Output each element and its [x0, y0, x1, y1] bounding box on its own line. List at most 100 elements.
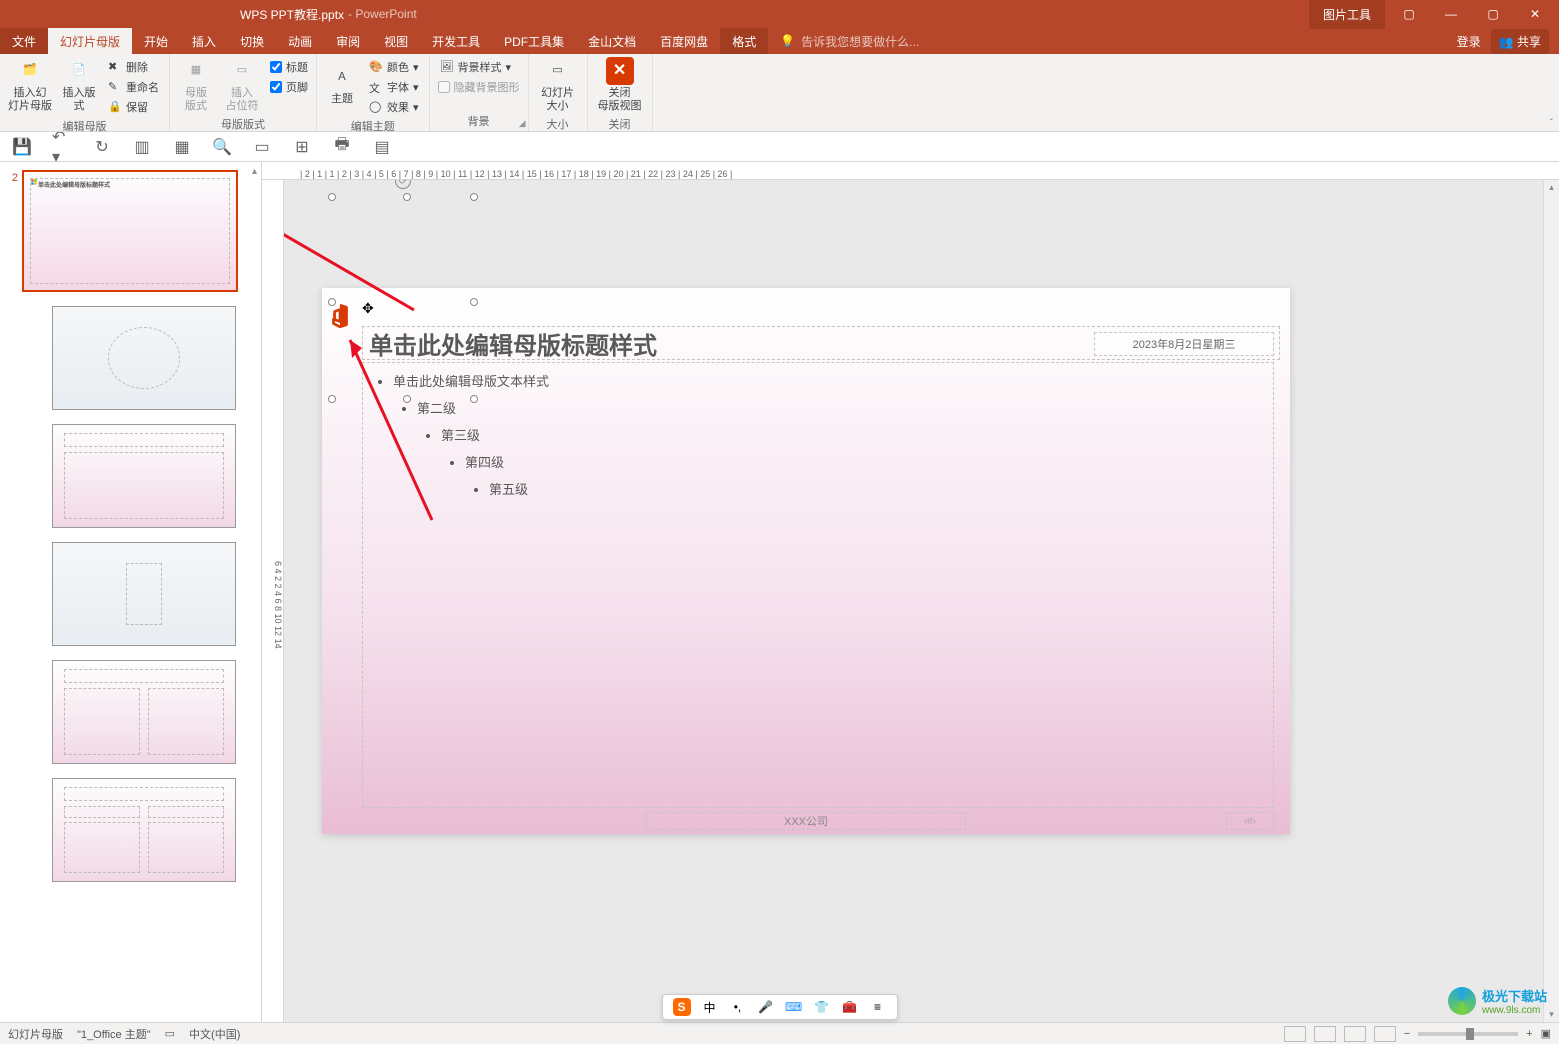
tab-file[interactable]: 文件 — [0, 28, 48, 54]
status-mode[interactable]: 幻灯片母版 — [8, 1026, 63, 1042]
layout-thumbnail-5[interactable] — [52, 778, 257, 882]
date-placeholder[interactable]: 2023年8月2日星期三 — [1094, 332, 1274, 356]
tab-slide-master[interactable]: 幻灯片母版 — [48, 28, 132, 54]
tell-me-search[interactable]: 💡 告诉我您想要做什么... — [780, 28, 919, 54]
scroll-up-icon[interactable]: ▴ — [252, 166, 257, 177]
layout-thumbnail-1[interactable] — [52, 306, 257, 410]
qat-btn-7[interactable]: ▤ — [372, 137, 392, 157]
footer-placeholder[interactable]: XXX公司 — [646, 812, 966, 830]
tab-animations[interactable]: 动画 — [276, 28, 324, 54]
slide-canvas-wrap[interactable]: ⟳ ✥ 单击此处编辑母版标题样式 — [284, 180, 1559, 1022]
tab-transitions[interactable]: 切换 — [228, 28, 276, 54]
fonts-dropdown[interactable]: 文字体 ▾ — [365, 78, 423, 96]
tab-review[interactable]: 审阅 — [324, 28, 372, 54]
resize-handle-e[interactable] — [470, 298, 478, 306]
zoom-slider[interactable] — [1418, 1032, 1518, 1036]
resize-handle-nw[interactable] — [328, 193, 336, 201]
minimize-button[interactable]: — — [1439, 4, 1463, 24]
footer-checkbox[interactable]: 页脚 — [268, 78, 310, 96]
preserve-button[interactable]: 🔒保留 — [104, 98, 163, 116]
layout-thumbnail-2[interactable] — [52, 424, 257, 528]
insert-layout-button[interactable]: 📄 插入版式 — [58, 56, 100, 114]
master-index: 2 — [4, 170, 22, 292]
ime-toolbox-icon[interactable]: 🧰 — [841, 998, 859, 1016]
title-checkbox[interactable]: 标题 — [268, 58, 310, 76]
save-button[interactable]: 💾 — [12, 137, 32, 157]
tab-format[interactable]: 格式 — [720, 28, 768, 54]
qat-btn-1[interactable]: ▥ — [132, 137, 152, 157]
normal-view-button[interactable] — [1284, 1026, 1306, 1042]
office-logo-image[interactable] — [327, 303, 353, 329]
background-styles-dropdown[interactable]: 🖼背景样式 ▾ — [436, 58, 522, 76]
ime-keyboard-icon[interactable]: ⌨ — [785, 998, 803, 1016]
vertical-scrollbar[interactable]: ▴ ▾ — [1543, 180, 1559, 1022]
ime-menu-icon[interactable]: ≡ — [869, 998, 887, 1016]
thumbnail-pane[interactable]: ▴ 2 单击此处编辑母版标题样式 — [0, 162, 262, 1022]
qat-btn-5[interactable]: ⊞ — [292, 137, 312, 157]
tab-devtools[interactable]: 开发工具 — [420, 28, 492, 54]
scroll-down-arrow-icon[interactable]: ▾ — [1549, 1009, 1554, 1020]
group-close: ✕ 关闭 母版视图 关闭 — [588, 54, 653, 131]
master-thumbnail[interactable]: 2 单击此处编辑母版标题样式 — [4, 170, 257, 292]
share-button[interactable]: 👥 共享 — [1491, 29, 1549, 54]
document-filename: WPS PPT教程.pptx — [240, 6, 344, 23]
slide-number-placeholder[interactable]: ‹#› — [1226, 812, 1274, 830]
redo-button[interactable]: ↻ — [92, 137, 112, 157]
maximize-button[interactable]: ▢ — [1481, 4, 1505, 24]
collapse-ribbon-button[interactable]: ˇ — [1550, 118, 1553, 129]
qat-btn-3[interactable]: 🔍 — [212, 137, 232, 157]
delete-button[interactable]: ✖删除 — [104, 58, 163, 76]
ime-skin-icon[interactable]: 👕 — [813, 998, 831, 1016]
ribbon-display-options-icon[interactable]: ▢ — [1397, 4, 1421, 24]
resize-handle-n[interactable] — [403, 193, 411, 201]
close-master-view-button[interactable]: ✕ 关闭 母版视图 — [594, 56, 646, 114]
colors-dropdown[interactable]: 🎨颜色 ▾ — [365, 58, 423, 76]
horizontal-ruler[interactable]: | 2 | 1 | 1 | 2 | 3 | 4 | 5 | 6 | 7 | 8 … — [262, 162, 1559, 180]
body-level-1: 单击此处编辑母版文本样式 — [393, 371, 1261, 390]
zoom-in-button[interactable]: + — [1526, 1028, 1532, 1040]
close-window-button[interactable]: ✕ — [1523, 4, 1547, 24]
status-language[interactable]: 中文(中国) — [189, 1026, 240, 1042]
themes-button[interactable]: Ａ 主题 — [323, 56, 361, 114]
rename-button[interactable]: ✎重命名 — [104, 78, 163, 96]
login-link[interactable]: 登录 — [1457, 33, 1481, 50]
slide-size-button[interactable]: ▭ 幻灯片 大小 — [535, 56, 581, 114]
tab-view[interactable]: 视图 — [372, 28, 420, 54]
ime-mode-button[interactable]: 中 — [701, 998, 719, 1016]
tab-insert[interactable]: 插入 — [180, 28, 228, 54]
slide-canvas[interactable]: ⟳ ✥ 单击此处编辑母版标题样式 — [322, 288, 1290, 834]
resize-handle-sw[interactable] — [328, 395, 336, 403]
placeholder-icon: ▭ — [228, 57, 256, 85]
vertical-ruler[interactable]: 6 4 2 2 4 6 8 10 12 14 — [262, 180, 284, 1022]
ime-toolbar[interactable]: S 中 •, 🎤 ⌨ 👕 🧰 ≡ — [662, 994, 898, 1020]
tab-kingsoft-docs[interactable]: 金山文档 — [576, 28, 648, 54]
scroll-up-arrow-icon[interactable]: ▴ — [1549, 182, 1554, 193]
sorter-view-button[interactable] — [1314, 1026, 1336, 1042]
insert-slide-master-button[interactable]: 🗂️ 插入幻 灯片母版 — [6, 56, 54, 114]
ime-punct-button[interactable]: •, — [729, 998, 747, 1016]
zoom-out-button[interactable]: − — [1404, 1028, 1410, 1040]
hide-bg-graphics-checkbox[interactable]: 隐藏背景图形 — [436, 78, 522, 96]
ime-voice-icon[interactable]: 🎤 — [757, 998, 775, 1016]
tab-baidu-netdisk[interactable]: 百度网盘 — [648, 28, 720, 54]
bg-styles-icon: 🖼 — [440, 60, 454, 74]
slideshow-view-button[interactable] — [1374, 1026, 1396, 1042]
sogou-icon[interactable]: S — [673, 998, 691, 1016]
group-edit-master: 🗂️ 插入幻 灯片母版 📄 插入版式 ✖删除 ✎重命名 🔒保留 编辑母版 — [0, 54, 170, 131]
group-size: ▭ 幻灯片 大小 大小 — [529, 54, 588, 131]
body-placeholder[interactable]: 单击此处编辑母版文本样式 第二级 第三级 第四级 第五级 — [362, 362, 1274, 808]
qat-btn-2[interactable]: ▦ — [172, 137, 192, 157]
effects-dropdown[interactable]: ◯效果 ▾ — [365, 98, 423, 116]
tab-pdf-tools[interactable]: PDF工具集 — [492, 28, 576, 54]
layout-thumbnail-4[interactable] — [52, 660, 257, 764]
resize-handle-ne[interactable] — [470, 193, 478, 201]
background-dialog-launcher[interactable]: ◢ — [519, 118, 526, 129]
status-theme[interactable]: "1_Office 主题" — [77, 1026, 151, 1042]
fit-to-window-button[interactable]: ▣ — [1541, 1027, 1551, 1040]
qat-btn-4[interactable]: ▭ — [252, 137, 272, 157]
tab-home[interactable]: 开始 — [132, 28, 180, 54]
reading-view-button[interactable] — [1344, 1026, 1366, 1042]
undo-button[interactable]: ↶ ▾ — [52, 137, 72, 157]
layout-thumbnail-3[interactable] — [52, 542, 257, 646]
qat-btn-6[interactable]: 🖶 — [332, 137, 352, 157]
